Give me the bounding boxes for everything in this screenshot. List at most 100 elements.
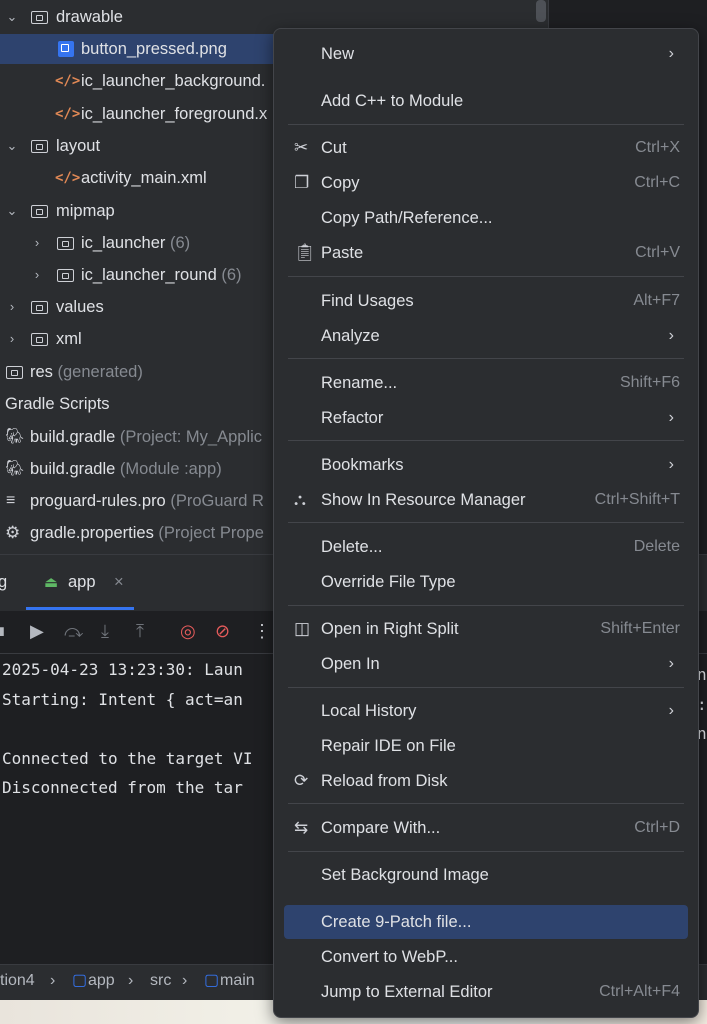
menu-item-label: Local History xyxy=(321,702,417,720)
menu-item-label: Open In xyxy=(321,655,380,673)
menu-item-refactor[interactable]: Refactor › xyxy=(284,401,688,435)
folder-icon xyxy=(31,11,48,24)
menu-item-delete[interactable]: Delete... Delete xyxy=(284,530,688,564)
menu-item-create-9-patch[interactable]: Create 9-Patch file... xyxy=(284,905,688,939)
menu-item-jump-to-external-editor[interactable]: Jump to External Editor Ctrl+Alt+F4 xyxy=(284,975,688,1009)
menu-item-analyze[interactable]: Analyze › xyxy=(284,319,688,353)
chevron-right-icon: › xyxy=(50,972,56,989)
menu-item-find-usages[interactable]: Find Usages Alt+F7 xyxy=(284,284,688,318)
menu-item-paste[interactable]: 📋︎ Paste Ctrl+V xyxy=(284,236,688,270)
chevron-right-icon: › xyxy=(668,702,674,719)
tree-item-label: res xyxy=(30,363,53,381)
menu-item-open-in-right-split[interactable]: ◫ Open in Right Split Shift+Enter xyxy=(284,612,688,646)
menu-item-add-cpp[interactable]: Add C++ to Module xyxy=(284,84,688,118)
tree-item-label: proguard-rules.pro xyxy=(30,492,166,510)
menu-item-shortcut: Alt+F7 xyxy=(633,292,680,309)
menu-item-label: Copy Path/Reference... xyxy=(321,209,493,227)
menu-item-reload-from-disk[interactable]: ⟳ Reload from Disk xyxy=(284,764,688,798)
menu-separator xyxy=(288,687,684,688)
menu-separator xyxy=(288,803,684,804)
menu-item-open-in[interactable]: Open In › xyxy=(284,647,688,681)
more-icon[interactable]: ⋮ xyxy=(253,621,271,642)
menu-item-label: Set Background Image xyxy=(321,866,489,884)
menu-item-copy[interactable]: ❐ Copy Ctrl+C xyxy=(284,166,688,200)
breakpoints-icon[interactable]: ◎ xyxy=(180,621,196,642)
tab-previous[interactable]: g xyxy=(0,573,7,592)
chevron-down-icon[interactable]: ⌄ xyxy=(4,196,20,226)
close-icon[interactable]: × xyxy=(114,573,124,592)
menu-item-label: Compare With... xyxy=(321,819,441,837)
menu-item-shortcut: Ctrl+D xyxy=(634,819,680,836)
gradle-icon: 🐘︎ xyxy=(5,460,25,477)
step-out-icon[interactable]: ⤒ xyxy=(136,621,144,642)
menu-item-override-file-type[interactable]: Override File Type xyxy=(284,565,688,599)
menu-item-shortcut: Delete xyxy=(633,538,680,555)
menu-item-convert-to-webp[interactable]: Convert to WebP... xyxy=(284,940,688,974)
breadcrumb-item[interactable]: main xyxy=(220,965,255,997)
mute-breakpoints-icon[interactable]: ⊘ xyxy=(215,621,230,642)
tree-item-label: ic_launcher xyxy=(81,234,166,252)
resume-icon[interactable]: ▶︎ xyxy=(30,621,44,642)
menu-separator xyxy=(288,276,684,277)
tree-item-note: (Project: My_Applic xyxy=(119,428,263,446)
tree-item-label: build.gradle xyxy=(30,428,116,446)
xml-file-icon: </> xyxy=(55,106,81,122)
breadcrumb-item[interactable]: src xyxy=(150,965,171,997)
menu-item-label: Jump to External Editor xyxy=(321,983,493,1001)
menu-item-bookmarks[interactable]: Bookmarks › xyxy=(284,448,688,482)
menu-separator xyxy=(288,124,684,125)
step-into-icon[interactable]: ⤓ xyxy=(101,621,109,642)
split-icon: ◫ xyxy=(294,619,311,638)
menu-item-label: Repair IDE on File xyxy=(321,737,456,755)
menu-item-new[interactable]: New › xyxy=(284,37,688,71)
tree-item-note: (ProGuard R xyxy=(170,492,264,510)
menu-item-label: Paste xyxy=(321,244,364,262)
stop-icon[interactable]: ■ xyxy=(0,621,5,642)
paste-icon: 📋︎ xyxy=(294,243,316,262)
menu-item-repair-ide[interactable]: Repair IDE on File xyxy=(284,729,688,763)
menu-separator xyxy=(288,440,684,441)
menu-item-cut[interactable]: ✂ Cut Ctrl+X xyxy=(284,131,688,165)
chevron-right-icon[interactable]: › xyxy=(4,324,20,354)
active-tab-indicator xyxy=(26,607,134,610)
chevron-down-icon[interactable]: ⌄ xyxy=(4,2,20,32)
menu-item-compare-with[interactable]: ⇆ Compare With... Ctrl+D xyxy=(284,811,688,845)
chevron-right-icon[interactable]: › xyxy=(29,260,45,290)
tree-scrollbar[interactable] xyxy=(536,0,546,22)
menu-item-local-history[interactable]: Local History › xyxy=(284,694,688,728)
menu-item-label: Override File Type xyxy=(321,573,456,591)
xml-file-icon: </> xyxy=(55,73,81,89)
chevron-right-icon[interactable]: › xyxy=(4,292,20,322)
menu-item-show-in-resource-manager[interactable]: ⛬ Show In Resource Manager Ctrl+Shift+T xyxy=(284,483,688,517)
menu-item-shortcut: Ctrl+Alt+F4 xyxy=(599,983,680,1000)
menu-item-label: Delete... xyxy=(321,538,383,556)
tree-item-label: build.gradle xyxy=(30,460,116,478)
menu-item-shortcut: Shift+F6 xyxy=(619,374,680,391)
menu-item-label: Convert to WebP... xyxy=(321,948,458,966)
menu-item-label: Show In Resource Manager xyxy=(321,491,526,509)
folder-icon xyxy=(57,269,74,282)
module-icon: ▢ xyxy=(204,972,220,989)
breadcrumb-item[interactable]: tion4 xyxy=(0,965,35,997)
menu-item-label: Bookmarks xyxy=(321,456,404,474)
chevron-right-icon: › xyxy=(668,655,674,672)
menu-item-set-background-image[interactable]: Set Background Image xyxy=(284,858,688,892)
menu-separator xyxy=(288,605,684,606)
menu-item-rename[interactable]: Rename... Shift+F6 xyxy=(284,366,688,400)
android-icon: ⏏ xyxy=(44,574,59,591)
scissors-icon: ✂ xyxy=(294,138,309,157)
menu-item-shortcut: Ctrl+V xyxy=(635,244,680,261)
menu-item-label: Refactor xyxy=(321,409,384,427)
breadcrumb-item[interactable]: app xyxy=(88,965,115,997)
xml-file-icon: </> xyxy=(55,170,81,186)
menu-item-shortcut: Shift+Enter xyxy=(600,620,680,637)
chevron-right-icon: › xyxy=(668,45,674,62)
tab-app[interactable]: app xyxy=(68,573,96,592)
chevron-down-icon[interactable]: ⌄ xyxy=(4,131,20,161)
menu-item-shortcut: Ctrl+Shift+T xyxy=(594,491,680,508)
step-over-icon[interactable]: ⤼ xyxy=(64,621,83,642)
menu-item-label: Rename... xyxy=(321,374,398,392)
chevron-right-icon[interactable]: › xyxy=(29,228,45,258)
compare-icon: ⇆ xyxy=(294,818,309,837)
menu-item-copy-path[interactable]: Copy Path/Reference... xyxy=(284,201,688,235)
